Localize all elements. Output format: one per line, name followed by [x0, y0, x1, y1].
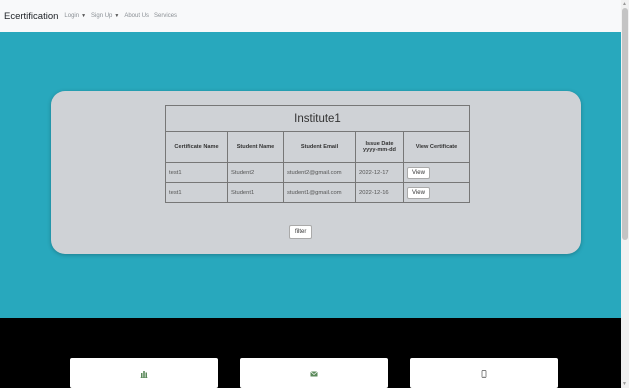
- scrollbar-thumb[interactable]: [622, 8, 628, 240]
- mobile-icon: [481, 370, 487, 378]
- nav-signup[interactable]: Sign Up ▼: [91, 13, 119, 19]
- table-header-row: Certificate Name Student Name Student Em…: [165, 131, 470, 163]
- envelope-icon: [310, 371, 318, 377]
- cell-view: View: [403, 162, 470, 183]
- cell-certificate-name: test1: [165, 182, 228, 203]
- filter-button[interactable]: filter: [289, 225, 313, 239]
- cell-view: View: [403, 182, 470, 203]
- column-header-student-name: Student Name: [227, 131, 284, 163]
- nav-services-label: Services: [154, 13, 178, 19]
- cell-student-email: student1@gmail.com: [283, 182, 356, 203]
- issue-date-format: yyyy-mm-dd: [363, 147, 396, 153]
- page-scrollbar[interactable]: ▲ ▼: [621, 0, 629, 388]
- certificates-card: Institute1 Certificate Name Student Name…: [51, 91, 581, 254]
- cell-issue-date: 2022-12-16: [355, 182, 404, 203]
- footer-card-phone: [410, 358, 558, 388]
- certificates-table: Institute1 Certificate Name Student Name…: [165, 105, 470, 203]
- table-row: test1 Student2 student2@gmail.com 2022-1…: [165, 162, 470, 183]
- table-row: test1 Student1 student1@gmail.com 2022-1…: [165, 182, 470, 203]
- nav-login-label: Login: [64, 13, 80, 19]
- nav-services[interactable]: Services: [154, 13, 177, 19]
- cell-student-name: Student2: [227, 162, 284, 183]
- column-header-issue-date: Issue Date yyyy-mm-dd: [355, 131, 404, 163]
- nav-login[interactable]: Login ▼: [64, 13, 86, 19]
- table-title-row: Institute1: [165, 105, 470, 132]
- scroll-down-arrow-icon[interactable]: ▼: [622, 381, 627, 387]
- footer-section: [0, 318, 621, 388]
- column-header-student-email: Student Email: [283, 131, 356, 163]
- caret-down-icon: ▼: [114, 13, 120, 19]
- cell-student-email: student2@gmail.com: [283, 162, 356, 183]
- brand-logo[interactable]: Ecertification: [4, 11, 58, 22]
- institute-name: Institute1: [165, 105, 470, 132]
- column-header-certificate-name: Certificate Name: [165, 131, 228, 163]
- nav-about-us[interactable]: About Us: [124, 13, 149, 19]
- cell-issue-date: 2022-12-17: [355, 162, 404, 183]
- view-certificate-button[interactable]: View: [407, 166, 430, 179]
- nav-about-us-label: About Us: [124, 13, 150, 19]
- navbar: Ecertification Login ▼ Sign Up ▼ About U…: [0, 0, 621, 32]
- cell-certificate-name: test1: [165, 162, 228, 183]
- caret-down-icon: ▼: [81, 13, 87, 19]
- nav-signup-label: Sign Up: [91, 13, 113, 19]
- cell-student-name: Student1: [227, 182, 284, 203]
- scroll-up-arrow-icon[interactable]: ▲: [622, 1, 627, 7]
- view-certificate-button[interactable]: View: [407, 186, 430, 199]
- building-icon: [140, 371, 148, 378]
- hero-section: Institute1 Certificate Name Student Name…: [0, 32, 621, 318]
- column-header-view-certificate: View Certificate: [403, 131, 470, 163]
- footer-card-email: [240, 358, 388, 388]
- footer-card-building: [70, 358, 218, 388]
